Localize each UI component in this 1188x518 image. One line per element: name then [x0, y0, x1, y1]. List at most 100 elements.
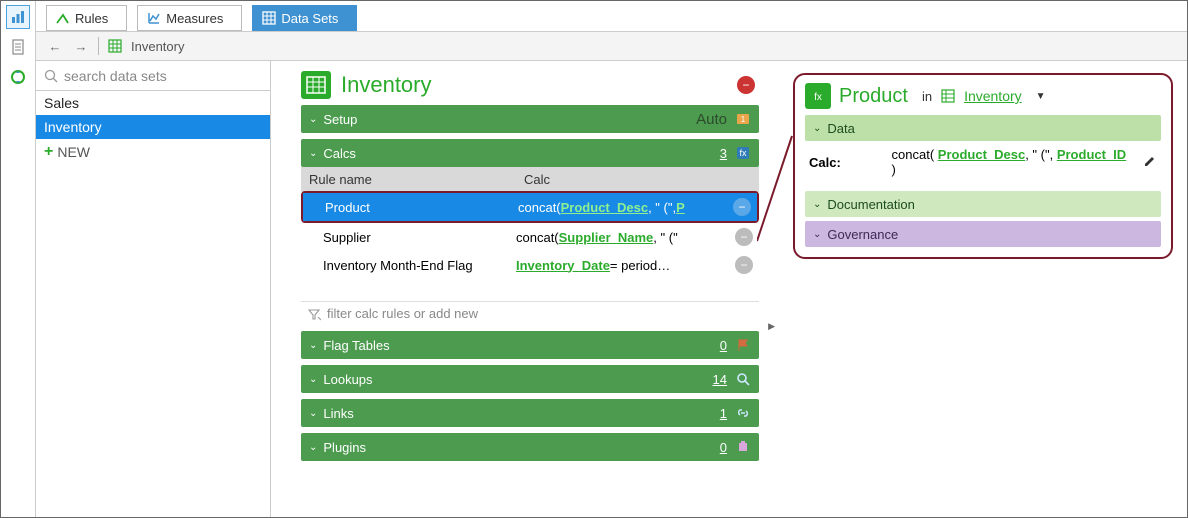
- section-links[interactable]: ⌄ Links 1: [301, 399, 759, 427]
- lookup-icon: [735, 371, 751, 387]
- detail-in-label: in: [922, 89, 932, 104]
- calc-link[interactable]: Supplier_Name: [559, 230, 654, 245]
- calc-row-product[interactable]: Product concat( Product_Desc , " (", P −: [303, 193, 757, 221]
- remove-row-button[interactable]: −: [735, 228, 753, 246]
- links-label: Links: [323, 406, 353, 421]
- calc-text: , " (",: [1025, 147, 1057, 162]
- tab-datasets[interactable]: Data Sets: [252, 5, 357, 31]
- tab-rules[interactable]: Rules: [46, 5, 127, 31]
- setup-mode: Auto: [696, 111, 727, 128]
- chevron-down-icon: ⌄: [813, 229, 821, 240]
- svg-text:1: 1: [741, 115, 746, 124]
- filter-placeholder: filter calc rules or add new: [327, 306, 478, 321]
- setup-label: Setup: [323, 112, 357, 127]
- detail-title: Product: [839, 85, 908, 108]
- header-calc: Calc: [516, 167, 759, 192]
- lookups-label: Lookups: [323, 372, 372, 387]
- lookups-count: 14: [713, 372, 727, 387]
- sidebar-item-inventory[interactable]: Inventory: [36, 115, 270, 139]
- flag-tables-label: Flag Tables: [323, 338, 389, 353]
- setup-badge-icon: 1: [735, 111, 751, 127]
- calcs-table-header: Rule name Calc: [301, 167, 759, 192]
- filter-icon: [307, 307, 321, 321]
- section-lookups[interactable]: ⌄ Lookups 14: [301, 365, 759, 393]
- calcs-label: Calcs: [323, 146, 356, 161]
- breadcrumb-grid-icon: [107, 38, 123, 54]
- detail-section-data[interactable]: ⌄ Data: [805, 115, 1161, 141]
- calc-row-inventory-flag[interactable]: Inventory Month-End Flag Inventory_Date …: [301, 251, 759, 279]
- rail-chart-icon[interactable]: [6, 5, 30, 29]
- calc-badge-icon: fx: [805, 83, 831, 109]
- tab-measures-label: Measures: [166, 11, 223, 26]
- chevron-down-icon: ⌄: [309, 408, 317, 419]
- chevron-down-icon: ⌄: [309, 442, 317, 453]
- rail-cycle-icon[interactable]: [6, 65, 30, 89]
- doc-label: Documentation: [827, 197, 914, 212]
- calc-link[interactable]: Product_Desc: [561, 200, 648, 215]
- calc-name: Product: [303, 200, 518, 215]
- rail-doc-icon[interactable]: [6, 35, 30, 59]
- calc-text: ): [892, 162, 896, 177]
- top-tabs: Rules Measures Data Sets: [36, 1, 1187, 31]
- plugins-label: Plugins: [323, 440, 366, 455]
- sidebar-new-label: NEW: [57, 144, 90, 160]
- section-flag-tables[interactable]: ⌄ Flag Tables 0: [301, 331, 759, 359]
- detail-section-governance[interactable]: ⌄ Governance: [805, 221, 1161, 247]
- chevron-down-icon: ⌄: [309, 114, 317, 125]
- edit-icon[interactable]: [1143, 154, 1157, 171]
- measures-icon: [146, 10, 162, 26]
- remove-dataset-button[interactable]: −: [737, 76, 755, 94]
- tab-rules-label: Rules: [75, 11, 108, 26]
- chevron-down-icon: ⌄: [813, 199, 821, 210]
- left-rail: [1, 1, 36, 517]
- filter-calc-input[interactable]: filter calc rules or add new: [301, 301, 759, 325]
- chevron-down-icon: ⌄: [309, 340, 317, 351]
- detail-panel: fx Product in Inventory ▼ ⌄ Data Calc: c…: [777, 61, 1187, 517]
- calc-text: , " (": [653, 230, 677, 245]
- detail-section-documentation[interactable]: ⌄ Documentation: [805, 191, 1161, 217]
- chevron-down-icon: ⌄: [309, 148, 317, 159]
- calc-link[interactable]: Product_ID: [1057, 147, 1126, 162]
- remove-row-button[interactable]: −: [733, 198, 751, 216]
- breadcrumb[interactable]: Inventory: [131, 39, 184, 54]
- calc-text: = period…: [610, 258, 670, 273]
- calc-expression: concat( Product_Desc, " (", Product_ID ): [892, 147, 1129, 177]
- nav-back[interactable]: ←: [46, 37, 64, 55]
- search-input[interactable]: search data sets: [36, 61, 270, 91]
- gov-label: Governance: [827, 227, 898, 242]
- nav-forward[interactable]: →: [72, 37, 90, 55]
- search-placeholder: search data sets: [64, 68, 167, 84]
- plugin-icon: [735, 439, 751, 455]
- calc-link[interactable]: Inventory_Date: [516, 258, 610, 273]
- calcs-icon: fx: [735, 145, 751, 161]
- calc-row-supplier[interactable]: Supplier concat( Supplier_Name , " (" −: [301, 223, 759, 251]
- calc-link[interactable]: P: [676, 200, 685, 215]
- svg-text:fx: fx: [739, 148, 747, 158]
- dropdown-icon[interactable]: ▼: [1036, 91, 1046, 102]
- calc-text: concat(: [518, 200, 561, 215]
- calcs-count: 3: [720, 146, 727, 161]
- flag-icon: [735, 337, 751, 353]
- calc-text: , " (",: [648, 200, 676, 215]
- section-setup[interactable]: ⌄ Setup Auto 1: [301, 105, 759, 133]
- section-plugins[interactable]: ⌄ Plugins 0: [301, 433, 759, 461]
- remove-row-button[interactable]: −: [735, 256, 753, 274]
- sidebar-item-sales[interactable]: Sales: [36, 91, 270, 115]
- calc-name: Inventory Month-End Flag: [301, 258, 516, 273]
- grid-icon: [940, 88, 956, 104]
- detail-dataset-link[interactable]: Inventory: [964, 88, 1022, 104]
- splitter-right[interactable]: ▶: [768, 321, 775, 332]
- calc-link[interactable]: Product_Desc: [938, 147, 1025, 162]
- chevron-down-icon: ⌄: [813, 123, 821, 134]
- chevron-down-icon: ⌄: [309, 374, 317, 385]
- section-calcs[interactable]: ⌄ Calcs 3 fx: [301, 139, 759, 167]
- sidebar-new[interactable]: + NEW: [36, 139, 270, 165]
- svg-text:fx: fx: [814, 92, 822, 103]
- search-icon: [44, 69, 58, 83]
- tab-measures[interactable]: Measures: [137, 5, 242, 31]
- link-icon: [735, 405, 751, 421]
- center-panel: Inventory − ⌄ Setup Auto 1 ⌄ Calcs 3 fx …: [271, 61, 777, 517]
- dataset-grid-icon: [301, 71, 331, 99]
- dataset-title: Inventory: [341, 72, 432, 98]
- calc-name: Supplier: [301, 230, 516, 245]
